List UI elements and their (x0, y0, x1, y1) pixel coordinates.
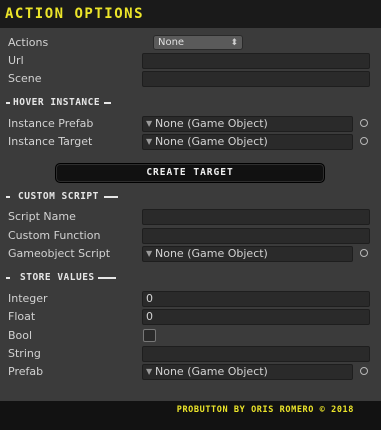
bool-label: Bool (8, 329, 33, 342)
instance-prefab-value: None (Game Object) (155, 117, 268, 130)
heading-rule (6, 102, 10, 104)
url-label: Url (8, 54, 24, 67)
store-values-title: STORE VALUES (20, 272, 95, 283)
store-values-heading: STORE VALUES (6, 272, 116, 284)
object-picker-icon[interactable] (360, 367, 368, 375)
custom-function-label: Custom Function (8, 229, 101, 242)
prefab-field[interactable]: ▼ None (Game Object) (142, 364, 353, 380)
heading-rule (98, 277, 116, 279)
hover-instance-title: HOVER INSTANCE (13, 97, 101, 108)
object-picker-icon[interactable] (360, 119, 368, 127)
prefab-label: Prefab (8, 365, 44, 378)
integer-label: Integer (8, 292, 48, 305)
instance-target-field[interactable]: ▼ None (Game Object) (142, 134, 353, 150)
heading-rule (104, 102, 111, 104)
script-name-label: Script Name (8, 210, 76, 223)
float-label: Float (8, 310, 36, 323)
gameobject-script-value: None (Game Object) (155, 247, 268, 260)
custom-function-input[interactable] (142, 228, 370, 244)
footer-bar: PROBUTTON BY ORIS ROMERO © 2018 (0, 401, 381, 430)
gameobject-script-field[interactable]: ▼ None (Game Object) (142, 246, 353, 262)
create-target-button[interactable]: CREATE TARGET (55, 163, 325, 183)
actions-selected-value: None (158, 37, 185, 48)
footer-credit: PROBUTTON BY ORIS ROMERO © 2018 (176, 405, 354, 415)
gameobject-script-label: Gameobject Script (8, 247, 111, 260)
heading-rule (6, 196, 10, 198)
float-input[interactable]: 0 (142, 309, 370, 325)
object-picker-icon[interactable] (360, 249, 368, 257)
heading-rule (6, 277, 10, 279)
actions-row: Actions None ⬍ (0, 35, 381, 51)
custom-function-row: Custom Function (0, 228, 381, 244)
object-field-icon: ▼ (146, 367, 153, 376)
heading-rule (104, 196, 118, 198)
hover-instance-heading: HOVER INSTANCE (6, 97, 111, 109)
prefab-row: Prefab ▼ None (Game Object) (0, 364, 381, 380)
object-field-icon: ▼ (146, 249, 153, 258)
bool-row: Bool (0, 328, 381, 344)
panel-title: ACTION OPTIONS (5, 6, 145, 22)
title-bar: ACTION OPTIONS (0, 0, 381, 28)
scene-row: Scene (0, 71, 381, 87)
object-field-icon: ▼ (146, 119, 153, 128)
custom-script-title: CUSTOM SCRIPT (18, 191, 99, 202)
integer-input[interactable]: 0 (142, 291, 370, 307)
float-row: Float 0 (0, 309, 381, 325)
string-label: String (8, 347, 41, 360)
scene-input[interactable] (142, 71, 370, 87)
script-name-row: Script Name (0, 209, 381, 225)
instance-target-row: Instance Target ▼ None (Game Object) (0, 134, 381, 150)
custom-script-heading: CUSTOM SCRIPT (6, 191, 118, 203)
string-row: String (0, 346, 381, 362)
gameobject-script-row: Gameobject Script ▼ None (Game Object) (0, 246, 381, 262)
scene-label: Scene (8, 72, 42, 85)
actions-dropdown[interactable]: None ⬍ (153, 35, 243, 50)
prefab-value: None (Game Object) (155, 365, 268, 378)
instance-prefab-field[interactable]: ▼ None (Game Object) (142, 116, 353, 132)
url-row: Url (0, 53, 381, 69)
object-picker-icon[interactable] (360, 137, 368, 145)
instance-target-value: None (Game Object) (155, 135, 268, 148)
string-input[interactable] (142, 346, 370, 362)
instance-target-label: Instance Target (8, 135, 93, 148)
object-field-icon: ▼ (146, 137, 153, 146)
bool-checkbox[interactable] (143, 329, 156, 342)
script-name-input[interactable] (142, 209, 370, 225)
actions-label: Actions (8, 36, 49, 49)
instance-prefab-label: Instance Prefab (8, 117, 94, 130)
instance-prefab-row: Instance Prefab ▼ None (Game Object) (0, 116, 381, 132)
integer-row: Integer 0 (0, 291, 381, 307)
up-down-caret-icon: ⬍ (230, 38, 238, 48)
url-input[interactable] (142, 53, 370, 69)
